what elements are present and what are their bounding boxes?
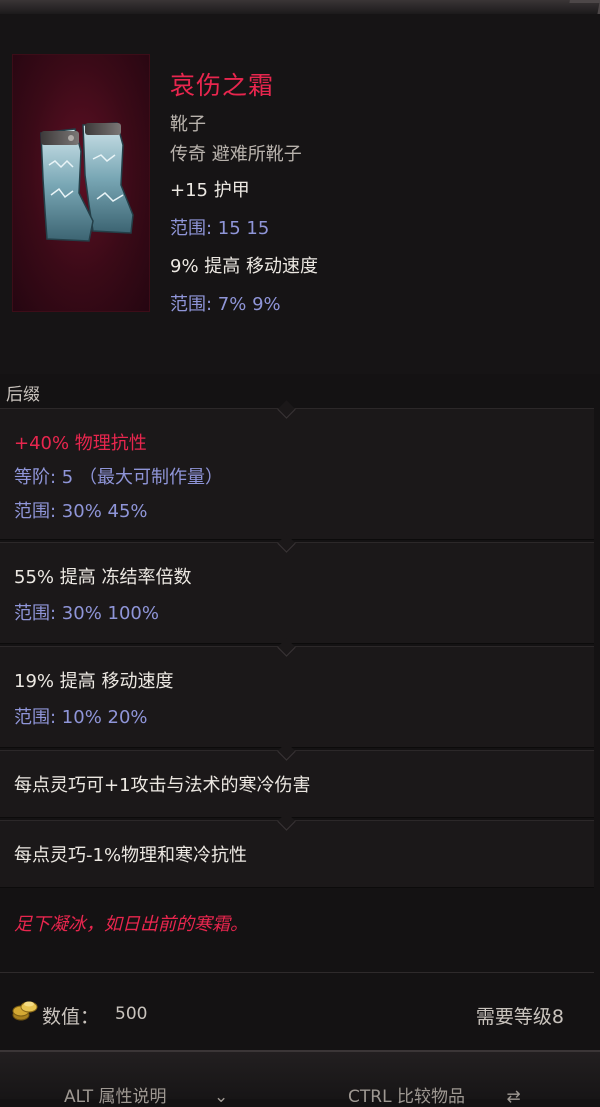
value-label: 数值：: [42, 1006, 100, 1028]
item-rarity: 传奇 避难所靴子: [170, 144, 302, 165]
affix-resistance-penalty: 每点灵巧-1%物理和寒冷抗性: [0, 812, 594, 888]
tooltip-hint-bar: ALT 属性说明 ⌄ CTRL 比较物品 ⇄: [0, 1050, 600, 1107]
affix-range-line: 范围: 30% 45%: [14, 501, 148, 522]
affix-line: 55% 提高 冻结率倍数: [14, 567, 192, 588]
chevron-down-icon: ⌄: [213, 1087, 229, 1107]
frost-boots-icon: [40, 122, 134, 242]
base-stat-movespeed: 9% 提高 移动速度: [170, 256, 318, 277]
item-value-row: 数值： 500 需要等级8: [0, 990, 600, 1040]
alt-hint[interactable]: ALT 属性说明 ⌄: [64, 1082, 228, 1107]
gold-coins-icon: [12, 1001, 38, 1021]
ctrl-hint[interactable]: CTRL 比较物品 ⇄: [348, 1082, 521, 1107]
alt-hint-label: ALT 属性说明: [64, 1087, 167, 1107]
affix-cold-damage: 每点灵巧可+1攻击与法术的寒冷伤害: [0, 742, 594, 818]
tooltip-top-frame: [0, 0, 600, 15]
item-portrait: [12, 54, 150, 312]
affix-line: 19% 提高 移动速度: [14, 671, 174, 692]
item-name: 哀伤之霜: [170, 71, 275, 100]
ctrl-hint-label: CTRL 比较物品: [348, 1087, 465, 1107]
affix-line: 每点灵巧可+1攻击与法术的寒冷伤害: [14, 775, 311, 796]
base-stat-movespeed-range: 范围: 7% 9%: [170, 294, 281, 315]
flavor-text: 足下凝冰，如日出前的寒霜。: [14, 914, 248, 935]
affix-range-line: 范围: 30% 100%: [14, 603, 159, 624]
affix-movement-speed: 19% 提高 移动速度 范围: 10% 20%: [0, 638, 594, 748]
compare-arrows-icon: ⇄: [506, 1087, 521, 1107]
suffix-section-label: 后缀: [6, 385, 40, 405]
item-header: 哀伤之霜 靴子 传奇 避难所靴子 +15 护甲 范围: 15 15 9% 提高 …: [0, 14, 600, 374]
base-stat-armor-range: 范围: 15 15: [170, 218, 270, 239]
affix-notch: [277, 400, 296, 419]
required-level: 需要等级8: [475, 1006, 564, 1028]
value-amount: 500: [115, 1004, 148, 1024]
base-stat-armor: +15 护甲: [170, 180, 250, 201]
affix-line: +40% 物理抗性: [14, 433, 147, 454]
affix-line: 每点灵巧-1%物理和寒冷抗性: [14, 845, 248, 866]
affix-range-line: 范围: 10% 20%: [14, 707, 148, 728]
affix-tier-line: 等阶: 5 （最大可制作量）: [14, 467, 223, 488]
item-type: 靴子: [170, 114, 206, 135]
affix-freeze-rate: 55% 提高 冻结率倍数 范围: 30% 100%: [0, 534, 594, 644]
affix-physical-resistance: +40% 物理抗性 等阶: 5 （最大可制作量） 范围: 30% 45%: [0, 400, 594, 540]
footer-divider: [0, 972, 594, 973]
